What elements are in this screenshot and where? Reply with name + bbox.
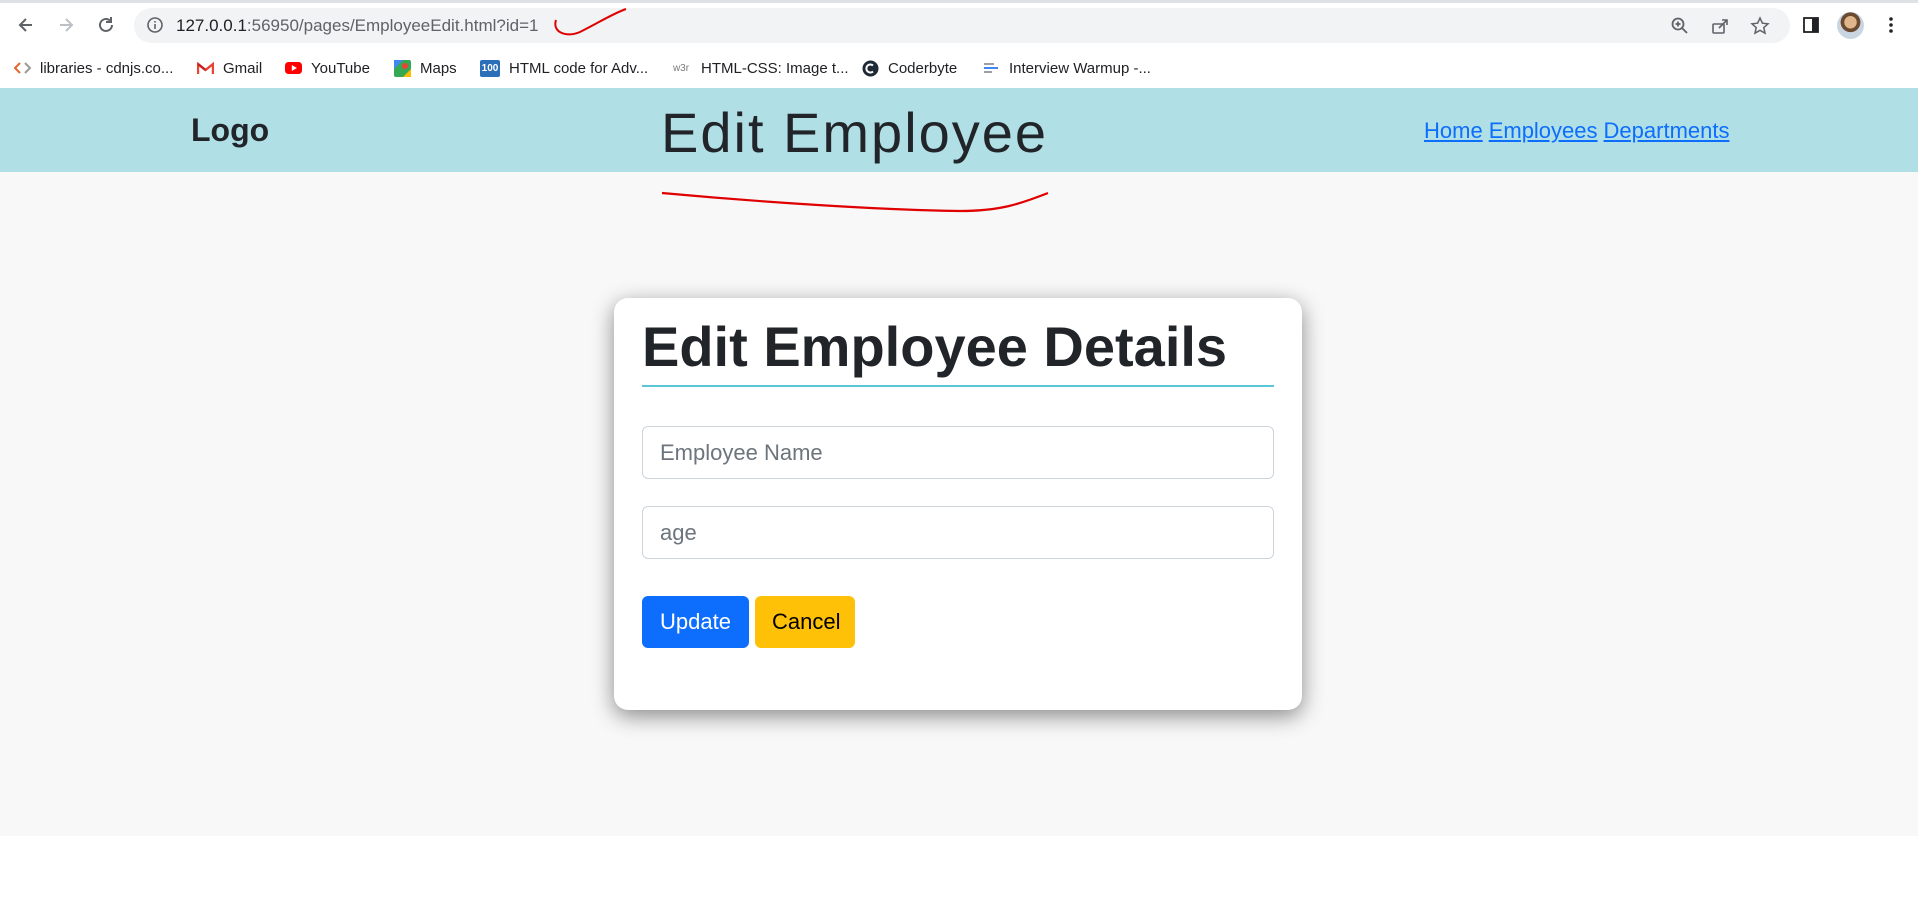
main-nav: Home Employees Departments bbox=[1424, 118, 1735, 144]
bookmark-gmail[interactable]: Gmail bbox=[197, 56, 262, 80]
page-title: Edit Employee bbox=[661, 101, 1049, 164]
menu-button[interactable] bbox=[1878, 12, 1904, 38]
side-panel-icon bbox=[1803, 17, 1819, 33]
nav-employees-link[interactable]: Employees bbox=[1489, 118, 1598, 143]
bookmarks-bar: libraries - cdnjs.co... Gmail YouTube Ma… bbox=[0, 50, 1918, 88]
bookmark-coderbyte[interactable]: Coderbyte bbox=[862, 56, 957, 80]
interview-icon bbox=[983, 60, 1000, 77]
coderbyte-icon bbox=[862, 60, 879, 77]
page-body: Logo Edit Employee Home Employees Departme… bbox=[0, 88, 1918, 836]
bookmark-label: Maps bbox=[420, 59, 457, 77]
profile-avatar[interactable] bbox=[1837, 12, 1864, 39]
site-header: Logo Edit Employee Home Employees Departme… bbox=[0, 88, 1918, 172]
card-title: Edit Employee Details bbox=[642, 315, 1228, 378]
bookmark-label: HTML code for Adv... bbox=[509, 59, 649, 77]
bookmark-w3resource[interactable]: w3r HTML-CSS: Image t... bbox=[670, 56, 849, 80]
bookmark-interview-warmup[interactable]: Interview Warmup -... bbox=[983, 56, 1151, 80]
back-button[interactable] bbox=[12, 11, 40, 39]
employee-name-input[interactable] bbox=[642, 426, 1274, 479]
age-input[interactable] bbox=[642, 506, 1274, 559]
zoom-button[interactable] bbox=[1669, 15, 1691, 37]
info-icon[interactable] bbox=[146, 16, 164, 34]
w3r-icon: w3r bbox=[672, 62, 690, 74]
bookmark-label: YouTube bbox=[311, 59, 370, 77]
forward-button[interactable] bbox=[52, 11, 80, 39]
arrow-left-icon bbox=[18, 18, 32, 32]
share-icon bbox=[1712, 19, 1728, 34]
tab-strip-edge bbox=[0, 0, 1918, 3]
bookmark-star-button[interactable] bbox=[1749, 15, 1771, 37]
bookmark-label: libraries - cdnjs.co... bbox=[40, 59, 174, 77]
nav-home-link[interactable]: Home bbox=[1424, 118, 1483, 143]
bookmark-label: Gmail bbox=[223, 59, 263, 77]
code-icon bbox=[14, 60, 31, 77]
address-bar[interactable]: 127.0.0.1:56950/pages/EmployeeEdit.html?… bbox=[134, 8, 1790, 43]
star-icon bbox=[1750, 16, 1770, 35]
bookmark-label: Interview Warmup -... bbox=[1009, 59, 1151, 77]
bookmark-html-code[interactable]: 100 HTML code for Adv... bbox=[480, 56, 648, 80]
youtube-icon bbox=[285, 60, 302, 77]
gmail-icon bbox=[197, 60, 214, 77]
share-button[interactable] bbox=[1709, 15, 1731, 37]
arrow-right-icon bbox=[60, 18, 74, 32]
bookmark-youtube[interactable]: YouTube bbox=[285, 56, 370, 80]
bookmark-label: HTML-CSS: Image t... bbox=[701, 59, 849, 77]
nav-departments-link[interactable]: Departments bbox=[1604, 118, 1730, 143]
cancel-button[interactable]: Cancel bbox=[755, 596, 855, 648]
url-path: :56950/pages/EmployeeEdit.html?id=1 bbox=[246, 16, 539, 35]
reload-button[interactable] bbox=[92, 11, 120, 39]
reload-icon bbox=[99, 17, 113, 32]
bookmark-label: Coderbyte bbox=[888, 59, 958, 77]
title-divider bbox=[642, 385, 1274, 387]
url-host: 127.0.0.1 bbox=[176, 16, 247, 35]
update-button[interactable]: Update bbox=[642, 596, 749, 648]
kebab-menu-icon bbox=[1889, 17, 1893, 33]
url-text[interactable]: 127.0.0.1:56950/pages/EmployeeEdit.html?… bbox=[176, 16, 538, 36]
side-panel-button[interactable] bbox=[1798, 12, 1824, 38]
maps-icon bbox=[394, 59, 411, 77]
zoom-in-icon bbox=[1671, 17, 1688, 34]
100-icon: 100 bbox=[480, 59, 500, 77]
edit-employee-card: Edit Employee Details Update Cancel bbox=[614, 298, 1302, 710]
browser-toolbar: 127.0.0.1:56950/pages/EmployeeEdit.html?… bbox=[0, 0, 1918, 50]
bookmark-maps[interactable]: Maps bbox=[394, 56, 457, 80]
bookmark-cdnjs[interactable]: libraries - cdnjs.co... bbox=[14, 56, 173, 80]
logo[interactable]: Logo bbox=[191, 112, 269, 149]
